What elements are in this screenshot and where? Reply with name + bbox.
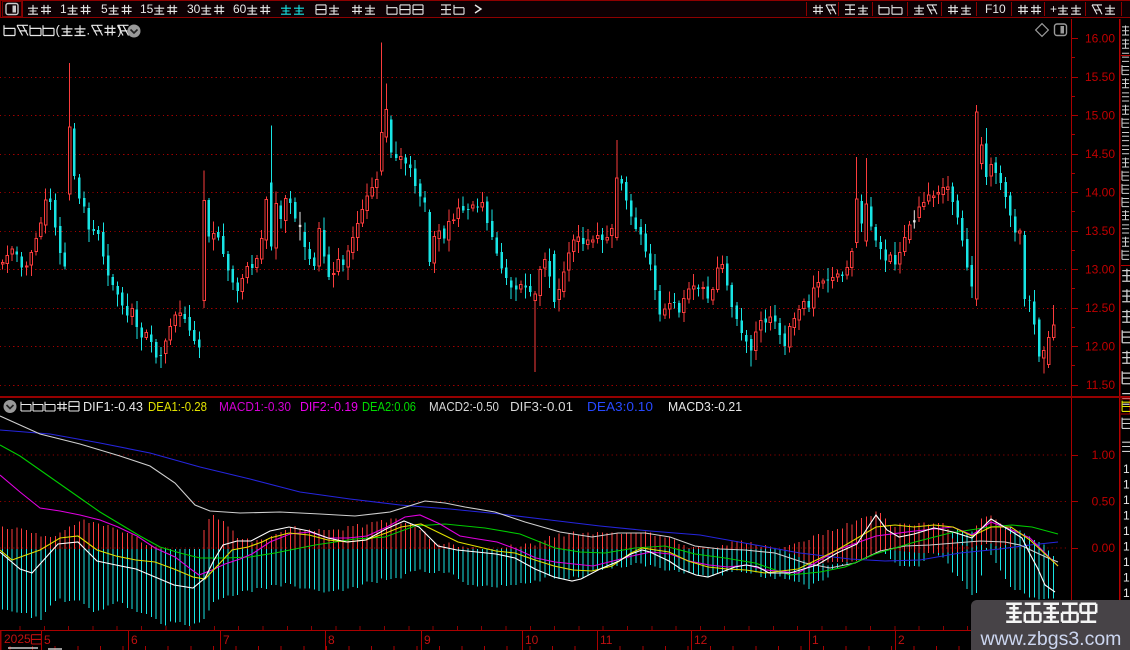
svg-text:1: 1 xyxy=(1123,586,1130,600)
svg-text:11: 11 xyxy=(600,633,613,647)
svg-text:1: 1 xyxy=(1123,540,1130,554)
svg-text:5: 5 xyxy=(101,2,108,16)
svg-text:2: 2 xyxy=(898,633,905,647)
svg-text:5: 5 xyxy=(44,633,51,647)
svg-text:2025: 2025 xyxy=(4,632,31,646)
svg-text:13.00: 13.00 xyxy=(1085,263,1115,277)
svg-text:30: 30 xyxy=(187,2,201,16)
svg-text:1: 1 xyxy=(1123,478,1130,492)
svg-text:12: 12 xyxy=(694,633,708,647)
svg-text:MACD3:-0.21: MACD3:-0.21 xyxy=(668,400,742,414)
svg-text:1.00: 1.00 xyxy=(1092,448,1116,462)
svg-text:1: 1 xyxy=(1123,524,1130,538)
svg-text:15.50: 15.50 xyxy=(1085,70,1115,84)
svg-text:6: 6 xyxy=(131,633,138,647)
svg-text:MACD2:-0.50: MACD2:-0.50 xyxy=(429,400,499,414)
svg-text:0.50: 0.50 xyxy=(1092,495,1116,509)
svg-text:DEA1:-0.28: DEA1:-0.28 xyxy=(148,400,207,414)
svg-text:1: 1 xyxy=(812,633,819,647)
svg-text:(: ( xyxy=(56,23,61,38)
svg-text:DEA3:0.10: DEA3:0.10 xyxy=(587,400,653,414)
svg-text:14.00: 14.00 xyxy=(1085,186,1115,200)
svg-text:DIF3:-0.01: DIF3:-0.01 xyxy=(510,400,573,414)
svg-text:12.00: 12.00 xyxy=(1085,340,1115,354)
svg-text:14.50: 14.50 xyxy=(1085,147,1115,161)
svg-text:15.00: 15.00 xyxy=(1085,109,1115,123)
svg-text:13.50: 13.50 xyxy=(1085,224,1115,238)
svg-text:1: 1 xyxy=(60,2,67,16)
svg-text:MACD1:-0.30: MACD1:-0.30 xyxy=(219,400,291,414)
svg-text:7: 7 xyxy=(223,633,230,647)
svg-text:8: 8 xyxy=(328,633,335,647)
svg-text:10: 10 xyxy=(525,633,539,647)
svg-text:DEA2:0.06: DEA2:0.06 xyxy=(362,400,416,414)
svg-text:15: 15 xyxy=(140,2,154,16)
svg-text:1: 1 xyxy=(1123,571,1130,585)
svg-text:60: 60 xyxy=(233,2,247,16)
svg-text:12.50: 12.50 xyxy=(1085,301,1115,315)
svg-text:1: 1 xyxy=(1123,555,1130,569)
svg-text:9: 9 xyxy=(424,633,431,647)
svg-text:+: + xyxy=(1050,2,1057,16)
svg-text:1: 1 xyxy=(1123,509,1130,523)
svg-text:1: 1 xyxy=(1123,462,1130,476)
svg-text:16.00: 16.00 xyxy=(1085,32,1115,46)
svg-text:www.zbgs3.com: www.zbgs3.com xyxy=(980,628,1122,650)
svg-text:DIF2:-0.19: DIF2:-0.19 xyxy=(300,400,358,414)
svg-text:.: . xyxy=(87,23,91,38)
svg-text:1: 1 xyxy=(1123,493,1130,507)
svg-text:11.50: 11.50 xyxy=(1086,378,1115,392)
svg-text:0.00: 0.00 xyxy=(1092,541,1116,555)
svg-text:F10: F10 xyxy=(985,2,1006,16)
svg-text:DIF1:-0.43: DIF1:-0.43 xyxy=(83,400,143,414)
svg-text:): ) xyxy=(118,23,122,38)
